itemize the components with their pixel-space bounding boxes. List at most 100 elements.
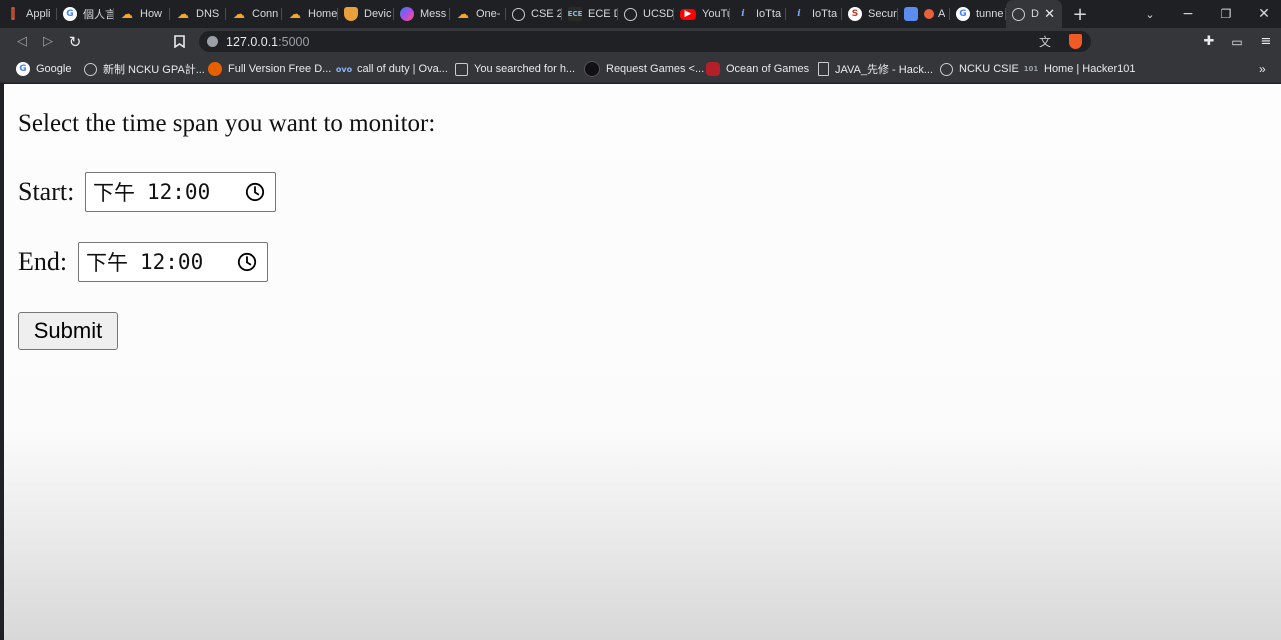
hacker101-icon: 101 bbox=[1023, 65, 1039, 73]
start-time-value[interactable]: 12:00 bbox=[147, 180, 210, 204]
tab-label: UCSD bbox=[643, 8, 674, 20]
bookmarks-bar: G Google 新制 NCKU GPA計... Full Version Fr… bbox=[0, 55, 1281, 83]
close-window-button[interactable]: ✕ bbox=[1252, 0, 1276, 28]
page-icon bbox=[455, 62, 468, 76]
tab-label: Home bbox=[308, 8, 338, 20]
bookmark-item[interactable]: You searched for h... bbox=[455, 55, 575, 83]
mask-icon bbox=[584, 61, 600, 77]
bookmark-item[interactable]: NCKU CSIE bbox=[940, 55, 1019, 83]
start-time-input[interactable]: 下午 12:00 bbox=[85, 172, 276, 212]
reload-button[interactable]: ↻ bbox=[64, 28, 86, 55]
tab-label: YouTu bbox=[702, 8, 730, 20]
tab-iotta-1[interactable]: i IoTta bbox=[730, 0, 786, 28]
google-icon: G bbox=[956, 7, 970, 21]
bookmark-label: 新制 NCKU GPA計... bbox=[103, 64, 205, 76]
bookmark-item[interactable]: ovo call of duty | Ova... bbox=[336, 55, 448, 83]
globe-icon bbox=[624, 7, 637, 21]
tab-search-chevron-icon[interactable]: ⌄ bbox=[1138, 0, 1162, 28]
translate-icon[interactable]: 文 bbox=[1039, 33, 1051, 50]
more-bookmarks-icon[interactable]: » bbox=[1259, 55, 1266, 83]
clock-icon[interactable] bbox=[237, 252, 257, 272]
bookmark-item[interactable]: JAVA_先修 - Hack... bbox=[818, 55, 933, 83]
tab-label: CSE 2 bbox=[531, 8, 562, 20]
extensions-icon[interactable]: ✚ bbox=[1198, 28, 1220, 55]
end-ampm[interactable]: 下午 bbox=[86, 247, 128, 277]
end-time-input[interactable]: 下午 12:00 bbox=[78, 242, 268, 282]
tab-appli[interactable]: ⫿ Appli bbox=[0, 0, 57, 28]
tab-dns[interactable]: ☁ DNS bbox=[170, 0, 226, 28]
back-button[interactable]: ◁ bbox=[11, 28, 33, 55]
ece-icon: ECE bbox=[568, 7, 582, 21]
tab-iotta-2[interactable]: i IoTta bbox=[786, 0, 842, 28]
tab-label: Secur bbox=[868, 8, 897, 20]
bookmark-label: call of duty | Ova... bbox=[357, 63, 448, 75]
new-tab-button[interactable]: + bbox=[1068, 0, 1092, 28]
bookmark-item[interactable]: 101 Home | Hacker101 bbox=[1024, 55, 1136, 83]
wallet-icon[interactable]: ▭ bbox=[1226, 28, 1248, 55]
minimize-button[interactable]: − bbox=[1176, 0, 1200, 28]
shield-icon bbox=[344, 7, 358, 21]
tab-label: ECE D bbox=[588, 8, 618, 20]
tab-cse[interactable]: CSE 2 bbox=[506, 0, 562, 28]
start-ampm[interactable]: 下午 bbox=[93, 177, 135, 207]
globe-icon bbox=[512, 7, 525, 21]
record-icon bbox=[924, 9, 934, 19]
tab-youtube[interactable]: ▶ YouTu bbox=[674, 0, 730, 28]
tab-one[interactable]: ☁ One- bbox=[450, 0, 506, 28]
bookmark-item[interactable]: Ocean of Games bbox=[706, 55, 809, 83]
tab-devic[interactable]: Devic bbox=[338, 0, 394, 28]
menu-icon[interactable]: ≡ bbox=[1255, 28, 1277, 55]
tab-label: DNS bbox=[196, 8, 220, 20]
bookmark-item[interactable]: Full Version Free D... bbox=[208, 55, 331, 83]
tab-tunne[interactable]: G tunne bbox=[950, 0, 1006, 28]
address-bar[interactable]: 127.0.0.1:5000 文 bbox=[199, 31, 1091, 52]
cloud-icon: ☁ bbox=[289, 7, 301, 21]
forward-button[interactable]: ▷ bbox=[37, 28, 59, 55]
end-time-value[interactable]: 12:00 bbox=[140, 250, 203, 274]
cloud-icon: ☁ bbox=[457, 7, 469, 21]
bookmark-item[interactable]: Request Games <... bbox=[584, 55, 704, 83]
tab-strip: ⫿ Appli G 個人言 ☁ How ☁ DNS ☁ Conn ☁ Home … bbox=[0, 0, 1281, 28]
bookmark-item[interactable]: G Google bbox=[16, 55, 71, 83]
submit-button[interactable]: Submit bbox=[18, 312, 118, 350]
ocean-icon bbox=[706, 62, 720, 76]
bookmark-icon[interactable] bbox=[168, 28, 190, 55]
tab-google-personal[interactable]: G 個人言 bbox=[57, 0, 114, 28]
end-label: End: bbox=[18, 247, 68, 276]
tab-how[interactable]: ☁ How bbox=[114, 0, 170, 28]
restore-button[interactable]: ❐ bbox=[1214, 0, 1238, 28]
tab-app[interactable]: A bbox=[898, 0, 950, 28]
bookmark-item[interactable]: 新制 NCKU GPA計... bbox=[84, 55, 205, 83]
tab-label: A bbox=[938, 8, 946, 20]
clock-icon[interactable] bbox=[245, 182, 265, 202]
tab-label: How bbox=[140, 8, 163, 20]
bookmark-label: Full Version Free D... bbox=[228, 63, 332, 75]
cloud-icon: ☁ bbox=[121, 7, 133, 21]
tab-label: D bbox=[1031, 8, 1039, 20]
bookmark-label: JAVA_先修 - Hack... bbox=[835, 64, 934, 76]
doc-icon bbox=[818, 62, 829, 76]
tab-ucsd[interactable]: UCSD bbox=[618, 0, 674, 28]
youtube-icon: ▶ bbox=[680, 8, 696, 20]
globe-icon bbox=[84, 62, 97, 76]
bookmark-label: Ocean of Games bbox=[726, 63, 810, 75]
page-heading: Select the time span you want to monitor… bbox=[18, 110, 436, 137]
site-info-icon[interactable] bbox=[207, 36, 218, 47]
tab-conn[interactable]: ☁ Conn bbox=[226, 0, 282, 28]
bookmark-label: Request Games <... bbox=[606, 63, 705, 75]
tab-secur[interactable]: S Secur bbox=[842, 0, 898, 28]
tab-label: Appli bbox=[26, 8, 51, 20]
tab-active[interactable]: D ✕ bbox=[1006, 0, 1062, 28]
close-tab-icon[interactable]: ✕ bbox=[1044, 6, 1055, 22]
info-icon: i bbox=[741, 9, 745, 19]
tab-label: One- bbox=[476, 8, 501, 20]
brave-shield-icon[interactable] bbox=[1069, 34, 1082, 49]
tab-ece[interactable]: ECE ECE D bbox=[562, 0, 618, 28]
bookmark-label: You searched for h... bbox=[474, 63, 576, 75]
tab-label: Mess bbox=[420, 8, 447, 20]
bookmark-label: Google bbox=[36, 63, 72, 75]
bookmark-label: NCKU CSIE bbox=[959, 63, 1019, 75]
tab-home[interactable]: ☁ Home bbox=[282, 0, 338, 28]
tab-mess[interactable]: Mess bbox=[394, 0, 450, 28]
firefox-icon bbox=[208, 62, 222, 76]
